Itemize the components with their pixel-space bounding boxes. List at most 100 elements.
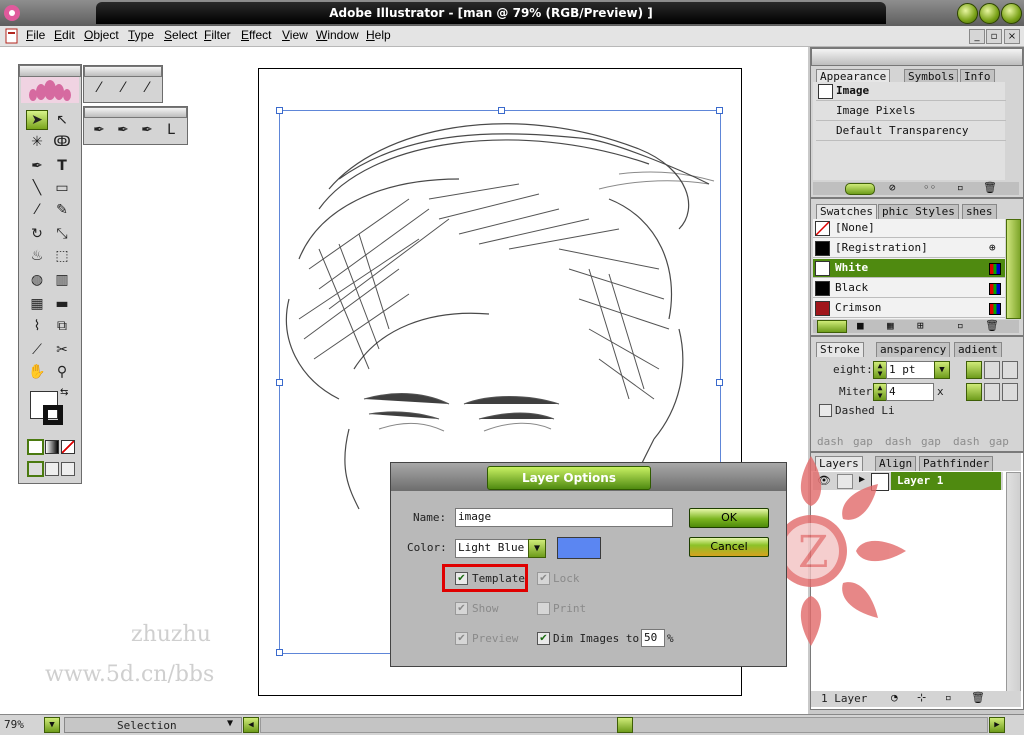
clear-appearance-icon[interactable]: ⊘	[889, 181, 896, 194]
none-mode-icon[interactable]	[61, 440, 75, 454]
convert-anchor-icon[interactable]: ᒪ	[160, 120, 182, 140]
selection-tool-icon[interactable]: ➤	[26, 110, 48, 130]
tab-transparency[interactable]: ansparency	[876, 342, 951, 357]
dim-images-input[interactable]: 50	[641, 629, 665, 647]
menu-filter[interactable]: Filter	[204, 28, 231, 42]
dashed-line-checkbox[interactable]	[819, 404, 832, 417]
duplicate-item-icon[interactable]: ▫	[957, 181, 964, 194]
line-tool-icon[interactable]: ╲	[26, 178, 48, 198]
swatch-row-none[interactable]: [None]	[813, 219, 1005, 238]
flyout-grip[interactable]	[84, 66, 162, 77]
name-input[interactable]: image	[455, 508, 673, 527]
eyedropper-tool-icon[interactable]: ⌇	[26, 316, 48, 336]
color-mode-icon[interactable]	[27, 439, 44, 455]
tab-pathfinder[interactable]: Pathfinder	[919, 456, 994, 471]
lasso-tool-icon[interactable]: ↂ	[51, 132, 73, 152]
new-sublayer-icon[interactable]: ⊹	[917, 691, 926, 704]
swap-fill-stroke-icon[interactable]: ⇆	[60, 387, 68, 398]
swatches-scrollbar[interactable]	[1006, 219, 1021, 319]
appearance-grip[interactable]	[811, 48, 1023, 66]
doc-restore-button[interactable]: ▫	[986, 29, 1002, 44]
close-button[interactable]	[1001, 3, 1022, 24]
horizontal-scroll-thumb[interactable]	[617, 717, 633, 733]
standard-screen-mode-icon[interactable]	[27, 461, 44, 477]
appearance-item-image[interactable]: Image	[816, 82, 1006, 101]
gradient-tool-icon[interactable]: ▬	[51, 294, 73, 314]
pen-tool-icon[interactable]: ✒	[26, 156, 48, 176]
brush-variant-2-icon[interactable]: ⁄	[112, 78, 134, 98]
brush-variant-1-icon[interactable]: ⁄	[88, 78, 110, 98]
menu-file[interactable]: File	[26, 28, 45, 42]
type-tool-icon[interactable]: T	[51, 156, 73, 176]
cancel-button[interactable]: Cancel	[689, 537, 769, 557]
graph-tool-icon[interactable]: ▥	[51, 270, 73, 290]
gradient-swatches-icon[interactable]: ▦	[887, 319, 894, 332]
projecting-cap-icon[interactable]	[1002, 361, 1018, 379]
dialog-titlebar[interactable]: Layer Options	[391, 463, 786, 491]
status-dropdown[interactable]: Selection ▼	[64, 717, 242, 733]
miter-stepper[interactable]: ▲ ▼	[873, 383, 887, 401]
delete-item-icon[interactable]: 🗑	[983, 181, 997, 194]
magic-wand-tool-icon[interactable]: ✳	[26, 132, 48, 152]
scroll-right-button[interactable]: ▶	[989, 717, 1005, 733]
maximize-button[interactable]	[979, 3, 1000, 24]
appearance-item-pixels[interactable]: Image Pixels	[816, 102, 1006, 121]
gradient-mode-icon[interactable]	[45, 440, 59, 454]
free-transform-tool-icon[interactable]: ⬚	[51, 246, 73, 266]
tab-stroke[interactable]: Stroke	[816, 342, 864, 357]
menu-edit[interactable]: Edit	[54, 28, 75, 42]
weight-stepper[interactable]: ▲ ▼	[873, 361, 887, 379]
mesh-tool-icon[interactable]: ▦	[26, 294, 48, 314]
color-select[interactable]: Light Blue	[455, 539, 529, 558]
add-anchor-icon[interactable]: ✒	[112, 120, 134, 140]
selection-handle-tl[interactable]	[276, 107, 283, 114]
slice-tool-icon[interactable]: ⟋	[26, 340, 48, 360]
appearance-toggle-icon[interactable]	[845, 183, 875, 195]
layer-color-swatch[interactable]	[557, 537, 601, 559]
zoom-level[interactable]: 79%	[4, 718, 24, 731]
round-cap-icon[interactable]	[984, 361, 1000, 379]
paintbrush-tool-icon[interactable]: ⁄	[26, 200, 48, 220]
tab-gradient[interactable]: adient	[954, 342, 1002, 357]
show-checkbox[interactable]: ✔	[455, 602, 468, 615]
selection-handle-mr[interactable]	[716, 379, 723, 386]
scroll-left-button[interactable]: ◀	[243, 717, 259, 733]
doc-minimize-button[interactable]: _	[969, 29, 985, 44]
full-screen-mode-icon[interactable]	[61, 462, 75, 476]
doc-close-button[interactable]: ×	[1004, 29, 1020, 44]
swatch-row-crimson[interactable]: Crimson	[813, 299, 1005, 318]
appearance-item-transparency[interactable]: Default Transparency	[816, 122, 1006, 141]
delete-swatch-icon[interactable]: 🗑	[985, 319, 999, 332]
weight-field[interactable]: 1 pt	[886, 361, 940, 379]
menu-effect[interactable]: Effect	[241, 28, 271, 42]
stroke-swatch[interactable]	[43, 405, 63, 425]
zoom-tool-icon[interactable]: ⚲	[51, 362, 73, 382]
miter-join-icon[interactable]	[966, 383, 982, 401]
print-checkbox[interactable]	[537, 602, 550, 615]
delete-anchor-icon[interactable]: ✒	[136, 120, 158, 140]
menu-help[interactable]: Help	[366, 28, 391, 42]
miter-field[interactable]: 4	[886, 383, 934, 401]
selection-handle-tr[interactable]	[716, 107, 723, 114]
tab-swatches[interactable]: Swatches	[816, 204, 877, 219]
show-all-swatches-icon[interactable]	[817, 320, 847, 333]
reduce-appearance-icon[interactable]: ◦◦	[923, 181, 936, 194]
minimize-button[interactable]	[957, 3, 978, 24]
brush-variant-3-icon[interactable]: ⁄	[136, 78, 158, 98]
full-screen-menu-mode-icon[interactable]	[45, 462, 59, 476]
template-checkbox[interactable]: ✔	[455, 572, 468, 585]
preview-checkbox[interactable]: ✔	[455, 632, 468, 645]
document-icon[interactable]	[4, 28, 20, 44]
pen-flyout-grip[interactable]	[84, 107, 187, 118]
color-swatches-icon[interactable]: ■	[857, 319, 864, 332]
pencil-tool-icon[interactable]: ✎	[51, 200, 73, 220]
menu-view[interactable]: View	[282, 28, 308, 42]
make-clipping-mask-icon[interactable]: ◔	[891, 691, 898, 704]
status-menu-chevron-icon[interactable]: ▼	[227, 718, 233, 729]
symbol-sprayer-tool-icon[interactable]: ◍	[26, 270, 48, 290]
lock-checkbox[interactable]: ✔	[537, 572, 550, 585]
tab-brushes[interactable]: shes	[962, 204, 997, 219]
weight-dropdown-chevron-icon[interactable]: ▼	[934, 361, 950, 379]
menu-window[interactable]: Window	[316, 28, 359, 42]
swatch-row-registration[interactable]: [Registration] ⊕	[813, 239, 1005, 258]
